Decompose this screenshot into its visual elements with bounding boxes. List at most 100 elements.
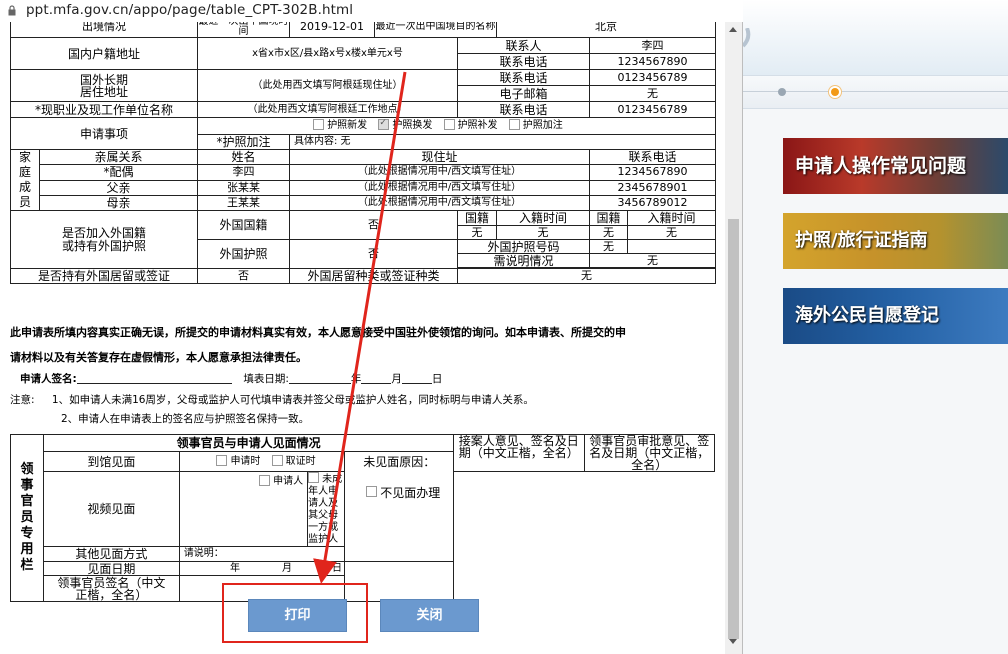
- day-blank[interactable]: [401, 372, 432, 384]
- job-phone-label: 联系电话: [457, 101, 590, 118]
- family-address: （此处根据情况用中/西文填写住址）: [289, 164, 590, 181]
- foreign-passport-value: 否: [289, 239, 458, 269]
- video-minor-label: 未成年人申请人及其父母一方或监护人: [308, 474, 343, 545]
- family-phone: 2345678901: [588, 179, 717, 196]
- apply-items-label: 申请事项: [10, 117, 198, 150]
- foreign-address-label: 国外长期居住地址: [10, 69, 198, 102]
- domestic-address-value: x省x市x区/县x路x号x楼x单元x号: [197, 37, 458, 70]
- officer-sign-label: 领事官员签名（中文正楷，全名）: [43, 575, 180, 602]
- application-form: 出境情况 最近一次出中国境时间 2019-12-01 最近一次出中国境目的名称 …: [10, 22, 717, 290]
- year-label: 年: [350, 373, 362, 385]
- last-exit-label: 最近一次出中国境时间: [197, 22, 290, 38]
- residence-label: 是否持有外国居留或签证: [10, 268, 198, 284]
- family-header-address: 现住址: [289, 148, 590, 166]
- lock-icon: [8, 5, 16, 16]
- url-text[interactable]: ppt.mfa.gov.cn/appo/page/table_CPT-302B.…: [26, 2, 353, 18]
- phone-label: 联系电话: [457, 69, 590, 86]
- family-header-name: 姓名: [197, 148, 290, 166]
- table-row: 母亲 王某某 （此处根据情况用中/西文填写住址） 3456789012: [11, 194, 717, 212]
- year-blank[interactable]: [288, 372, 351, 384]
- step-dot: [778, 88, 786, 96]
- family-address: （此处根据情况用中/西文填写住址）: [289, 194, 590, 212]
- note-1-text: 1、如申请人未满16周岁，父母或监护人可代填申请表并签父母或监护人姓名，同时标明…: [51, 394, 534, 406]
- explain-value: 无: [588, 253, 717, 268]
- naturalization-header-2: 入籍时间: [626, 210, 717, 226]
- vertical-scrollbar[interactable]: [725, 22, 742, 654]
- last-exit-city: 北京: [495, 22, 717, 38]
- table-row: 父亲 张某某 （此处根据情况用中/西文填写住址） 2345678901: [11, 179, 717, 196]
- scroll-down-icon[interactable]: [729, 639, 737, 644]
- note-1: 注意: 1、如申请人未满16周岁，父母或监护人可代填申请表并签父母或监护人姓名，…: [10, 392, 534, 407]
- apply-option-annotate: 护照加注: [522, 120, 563, 131]
- scroll-up-icon[interactable]: [729, 27, 737, 32]
- visit-collect-checkbox[interactable]: [271, 454, 283, 466]
- visit-apply-checkbox[interactable]: [216, 454, 228, 466]
- nationality-header-1: 国籍: [457, 210, 497, 226]
- family-side-label: 家庭成员: [10, 149, 40, 211]
- foreign-address-value: （此处用西文填写阿根廷现住址）: [197, 69, 458, 102]
- passport-guide-banner[interactable]: 护照/旅行证指南: [783, 213, 1008, 269]
- video-applicant-checkbox[interactable]: [259, 475, 271, 486]
- visit-options: 申请时 取证时: [178, 451, 346, 472]
- family-address: （此处根据情况用中/西文填写住址）: [289, 179, 590, 196]
- apply-checkbox-replace[interactable]: [443, 119, 455, 130]
- visit-label: 到馆见面: [43, 451, 180, 472]
- day-label: 日: [431, 373, 443, 385]
- job-phone-value: 0123456789: [588, 101, 717, 118]
- month-blank[interactable]: [361, 372, 392, 384]
- declaration-line-2: 请材料以及有关答复存在虚假情形，本人愿意承担法律责任。: [10, 351, 307, 364]
- form-popup-window: 出境情况 最近一次出中国境时间 2019-12-01 最近一次出中国境目的名称 …: [0, 22, 743, 654]
- apply-checkbox-new[interactable]: [313, 119, 325, 130]
- background-page: 申请人操作常见问题 护照/旅行证指南 海外公民自愿登记: [743, 0, 1008, 654]
- visit-collect-label: 取证时: [285, 455, 316, 467]
- family-relation: 父亲: [39, 179, 198, 196]
- table-row: *配偶 李四 （此处根据情况用中/西文填写住址） 1234567890: [11, 164, 717, 181]
- foreign-nationality-value: 否: [289, 210, 458, 240]
- foreign-passport-no-value: 无: [589, 239, 628, 254]
- family-name: 王某某: [197, 194, 290, 212]
- family-header-phone: 联系电话: [588, 148, 717, 166]
- apply-option-new: 护照新发: [327, 120, 368, 131]
- explain-label: 需说明情况: [457, 253, 590, 268]
- no-meet-checkbox[interactable]: [366, 486, 378, 497]
- applicant-info-table: 出境情况 最近一次出中国境时间 2019-12-01 最近一次出中国境目的名称 …: [10, 22, 717, 284]
- email-label: 电子邮箱: [457, 85, 590, 102]
- highlight-box: [222, 583, 368, 643]
- scroll-thumb[interactable]: [728, 219, 739, 639]
- no-meet-label: 不见面办理: [380, 485, 441, 500]
- approval-opinion: 领事官员审批意见、签名及日期（中文正楷，全名）: [583, 434, 715, 472]
- residence-value: 否: [197, 268, 290, 284]
- domestic-address-label: 国内户籍地址: [10, 37, 198, 70]
- signature-line: 申请人签名: 填表日期: 年 月 日: [10, 371, 442, 386]
- signature-blank[interactable]: [76, 372, 232, 384]
- apply-option-replace: 护照补发: [457, 120, 498, 131]
- nationality-header-2: 国籍: [589, 210, 628, 226]
- reception-opinion: 接案人意见、签名及日期（中文正楷，全名）: [453, 434, 585, 472]
- consular-table: 领事官员专用栏 领事官员与申请人见面情况 接案人意见、签名及日期（中文正楷，全名…: [9, 434, 715, 602]
- family-name: 李四: [197, 164, 290, 181]
- passport-annotation-label: *护照加注: [197, 134, 290, 150]
- contact-person-value: 李四: [588, 37, 717, 54]
- absence-reason: 未见面原因： 不见面办理: [344, 451, 455, 562]
- close-button[interactable]: 关闭: [380, 599, 479, 632]
- overseas-registration-banner[interactable]: 海外公民自愿登记: [783, 288, 1008, 344]
- meet-day: 日: [332, 562, 343, 574]
- meet-date-label: 见面日期: [43, 561, 180, 576]
- contact-person-label: 联系人: [457, 37, 590, 54]
- naturalization-value-1: 无: [496, 225, 590, 240]
- foreign-passport-label: 外国护照: [197, 239, 290, 269]
- last-exit-dest-label: 最近一次出中国境目的名称: [374, 22, 497, 38]
- video-label: 视频见面: [43, 471, 180, 547]
- nationality-value-2: 无: [589, 225, 628, 240]
- absence-reason-label: 未见面原因：: [363, 455, 436, 469]
- family-relation: 母亲: [39, 194, 198, 212]
- faq-banner[interactable]: 申请人操作常见问题: [783, 138, 1008, 194]
- address-bar[interactable]: ppt.mfa.gov.cn/appo/page/table_CPT-302B.…: [0, 0, 742, 23]
- last-exit-date: 2019-12-01: [289, 22, 375, 38]
- video-minor-checkbox[interactable]: [308, 472, 320, 483]
- other-method-value: 请说明：: [178, 546, 346, 562]
- apply-checkbox-annotate[interactable]: [508, 119, 520, 130]
- video-option-1: 申请人: [178, 471, 309, 547]
- family-relation: *配偶: [39, 164, 198, 181]
- apply-checkbox-renew[interactable]: [378, 119, 390, 130]
